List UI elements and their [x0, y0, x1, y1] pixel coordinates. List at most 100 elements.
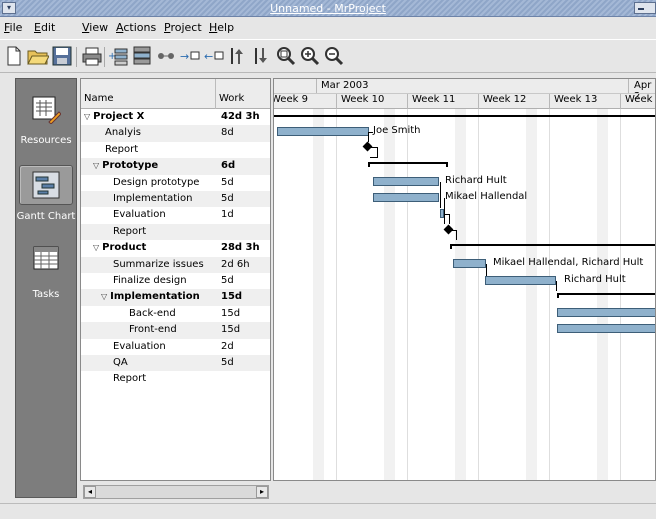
title-bar[interactable]: ▾ Unnamed - MrProject [0, 0, 656, 17]
table-row[interactable]: ▽ Product 28d 3h [81, 240, 270, 256]
task-work[interactable]: 42d 3h [221, 109, 260, 125]
menu-edit[interactable]: Edit [34, 21, 55, 34]
summary-bar-implementation[interactable] [557, 293, 655, 295]
table-row[interactable]: Summarize issues 2d 6h [81, 256, 270, 273]
zoom-out-icon[interactable] [322, 44, 346, 68]
table-row[interactable]: Report [81, 371, 270, 387]
expander-icon[interactable]: ▽ [84, 112, 90, 121]
task-work[interactable]: 2d 6h [221, 257, 250, 273]
task-name[interactable]: Implementation [113, 191, 192, 207]
gantt-view-button[interactable] [19, 165, 73, 205]
task-name[interactable]: ▽ Implementation [101, 289, 200, 305]
task-work[interactable]: 28d 3h [221, 240, 260, 256]
table-row[interactable]: Front-end 15d [81, 322, 270, 339]
expander-icon[interactable]: ▽ [93, 161, 99, 170]
work-column-header[interactable]: Work [219, 93, 244, 104]
task-work[interactable]: 5d [221, 273, 234, 289]
indent-icon[interactable]: → [178, 44, 202, 68]
task-name[interactable]: Summarize issues [113, 257, 204, 273]
table-row[interactable]: Implementation 5d [81, 191, 270, 208]
table-row[interactable]: Evaluation 2d [81, 339, 270, 355]
dependency-arrow [377, 147, 378, 157]
table-row[interactable]: Finalize design 5d [81, 273, 270, 289]
move-up-icon[interactable] [226, 44, 250, 68]
resources-label: Resources [20, 135, 72, 146]
menu-actions[interactable]: Actions [116, 21, 156, 34]
task-work[interactable]: 8d [221, 125, 234, 141]
task-bar-design-prototype[interactable] [373, 177, 439, 186]
unindent-icon[interactable]: ← [202, 44, 226, 68]
open-icon[interactable] [26, 44, 50, 68]
task-name[interactable]: Evaluation [113, 339, 166, 355]
menu-view[interactable]: View [82, 21, 108, 34]
save-icon[interactable] [50, 44, 74, 68]
task-name[interactable]: Design prototype [113, 175, 199, 191]
task-work[interactable]: 15d [221, 289, 242, 305]
zoom-fit-icon[interactable] [274, 44, 298, 68]
task-work[interactable]: 6d [221, 158, 235, 174]
insert-task-icon[interactable]: + [106, 44, 130, 68]
column-divider[interactable] [215, 79, 216, 109]
task-bar-implementation[interactable] [373, 193, 439, 202]
insert-tasks-icon[interactable] [130, 44, 154, 68]
summary-bar-project-x[interactable] [274, 115, 655, 117]
summary-bar-product[interactable] [450, 244, 655, 246]
task-name[interactable]: Report [113, 371, 146, 387]
print-icon[interactable] [80, 44, 104, 68]
toolbar: + → ← [0, 39, 656, 73]
task-work[interactable]: 15d [221, 306, 240, 322]
task-name[interactable]: Finalize design [113, 273, 187, 289]
summary-bar-end [368, 162, 370, 167]
table-row[interactable]: Design prototype 5d [81, 175, 270, 191]
task-name[interactable]: Evaluation [113, 207, 166, 223]
move-down-icon[interactable] [250, 44, 274, 68]
task-work[interactable]: 5d [221, 191, 234, 207]
table-row[interactable]: Evaluation 1d [81, 207, 270, 223]
task-name[interactable]: ▽ Project X [84, 109, 144, 125]
task-bar-back-end[interactable] [557, 308, 655, 317]
expander-icon[interactable]: ▽ [101, 292, 107, 301]
menu-help[interactable]: Help [209, 21, 234, 34]
table-row[interactable]: Analyis 8d [81, 125, 270, 142]
table-row[interactable]: ▽ Prototype 6d [81, 158, 270, 175]
task-bar-finalize-design[interactable] [485, 276, 556, 285]
new-icon[interactable] [2, 44, 26, 68]
table-row[interactable]: ▽ Project X 42d 3h [81, 109, 270, 125]
table-row[interactable]: Back-end 15d [81, 306, 270, 322]
week-gridline [620, 109, 621, 480]
link-icon[interactable] [154, 44, 178, 68]
task-name[interactable]: ▽ Prototype [93, 158, 158, 174]
scroll-right-icon[interactable]: ▸ [256, 486, 268, 498]
table-row[interactable]: QA 5d [81, 355, 270, 372]
task-name[interactable]: Front-end [129, 322, 177, 338]
task-name[interactable]: Report [113, 224, 146, 240]
tasks-view-button[interactable] [19, 239, 73, 279]
task-work[interactable]: 5d [221, 175, 234, 191]
menu-file[interactable]: File [4, 21, 22, 34]
table-row[interactable]: Report [81, 142, 270, 158]
scroll-left-icon[interactable]: ◂ [84, 486, 96, 498]
menu-project[interactable]: Project [164, 21, 202, 34]
task-name[interactable]: Report [105, 142, 138, 158]
task-name[interactable]: QA [113, 355, 128, 371]
task-name[interactable]: Back-end [129, 306, 176, 322]
window-controls[interactable] [634, 2, 656, 14]
table-row[interactable]: ▽ Implementation 15d [81, 289, 270, 306]
minimize-icon[interactable] [638, 8, 644, 10]
task-work[interactable]: 15d [221, 322, 240, 338]
name-column-header[interactable]: Name [84, 93, 114, 104]
task-work[interactable]: 2d [221, 339, 234, 355]
zoom-in-icon[interactable] [298, 44, 322, 68]
task-work[interactable]: 1d [221, 207, 234, 223]
task-work[interactable]: 5d [221, 355, 234, 371]
task-name[interactable]: Analyis [105, 125, 141, 141]
task-name[interactable]: ▽ Product [93, 240, 146, 256]
table-hscrollbar[interactable]: ◂ ▸ [83, 485, 269, 499]
summary-bar-prototype[interactable] [368, 162, 448, 164]
resources-view-button[interactable] [19, 89, 73, 129]
expander-icon[interactable]: ▽ [93, 243, 99, 252]
task-bar-analyis[interactable] [277, 127, 369, 136]
table-row[interactable]: Report [81, 223, 270, 241]
task-bar-front-end[interactable] [557, 324, 655, 333]
task-bar-summarize-issues[interactable] [453, 259, 486, 268]
